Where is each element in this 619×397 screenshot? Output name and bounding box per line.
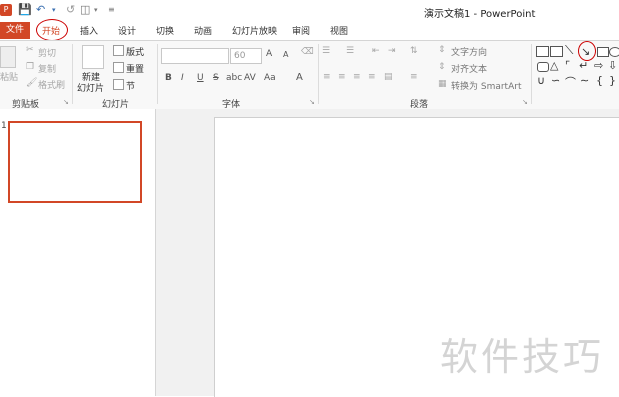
right-brace-shape-icon[interactable]: } [609, 74, 616, 87]
tab-animations[interactable]: 动画 [194, 24, 212, 37]
slide-thumbnail[interactable] [8, 121, 142, 203]
elbow-connector-shape-icon[interactable]: ⌜ [565, 59, 570, 72]
separator [318, 44, 319, 104]
triangle-shape-icon[interactable]: △ [550, 59, 558, 72]
separator [531, 44, 532, 104]
copy-button[interactable]: 复制 [38, 62, 56, 75]
line-spacing-icon[interactable]: ⇅ [410, 46, 418, 56]
tab-transitions[interactable]: 切换 [156, 24, 174, 37]
watermark-text: 软件技巧 [440, 335, 605, 379]
font-launcher-icon[interactable]: ↘ [309, 98, 315, 106]
font-name-combobox[interactable] [161, 48, 229, 64]
customize-dropdown-icon[interactable]: ▾ [94, 6, 98, 14]
justify-icon[interactable]: ≡ [368, 72, 376, 82]
change-case-button[interactable]: Aa [264, 73, 276, 83]
decrease-indent-icon[interactable]: ⇤ [372, 46, 380, 56]
separator [157, 44, 158, 104]
reset-icon[interactable] [113, 62, 124, 73]
tab-design[interactable]: 设计 [118, 24, 136, 37]
numbering-icon[interactable]: ☰ [346, 46, 354, 56]
layout-button[interactable]: 版式 [126, 45, 144, 58]
align-left-icon[interactable]: ≡ [323, 72, 331, 82]
format-painter-button[interactable]: 格式刷 [38, 78, 65, 91]
underline-button[interactable]: U [197, 73, 204, 83]
cut-button[interactable]: 剪切 [38, 46, 56, 59]
copy-icon[interactable]: ❐ [26, 62, 34, 72]
shrink-font-button[interactable]: A [283, 50, 288, 59]
layout-icon[interactable] [113, 45, 124, 56]
italic-button[interactable]: I [181, 73, 184, 83]
powerpoint-logo-icon: P [0, 4, 12, 16]
vertical-text-box-shape-icon[interactable] [550, 46, 563, 57]
slide-number: 1 [1, 121, 7, 131]
curved-connector-shape-icon[interactable]: ↵ [579, 59, 588, 72]
reset-button[interactable]: 重置 [126, 62, 144, 75]
start-from-beginning-icon[interactable]: ◫ [80, 3, 90, 16]
align-text-button[interactable]: 对齐文本 [451, 62, 487, 75]
font-color-button[interactable]: A [296, 72, 303, 83]
align-right-icon[interactable]: ≡ [353, 72, 361, 82]
window-title: 演示文稿1 - PowerPoint [424, 9, 536, 20]
down-arrow-shape-icon[interactable]: ⇩ [608, 59, 617, 72]
paragraph-more-icon[interactable]: ≡ [410, 72, 418, 82]
redo-icon[interactable]: ↺ [66, 3, 75, 16]
text-direction-button[interactable]: 文字方向 [451, 45, 487, 58]
paragraph-launcher-icon[interactable]: ↘ [522, 98, 528, 106]
character-spacing-button[interactable]: AV [244, 73, 256, 83]
tab-view[interactable]: 视图 [330, 24, 348, 37]
scribble-shape-icon[interactable]: ∽ [551, 74, 560, 87]
grow-font-button[interactable]: A [266, 49, 272, 59]
new-slide-label-line2[interactable]: 幻灯片 [77, 81, 104, 94]
oval-shape-icon[interactable] [609, 47, 619, 57]
tab-review[interactable]: 审阅 [292, 24, 310, 37]
undo-dropdown-icon[interactable]: ▾ [52, 6, 56, 14]
text-direction-icon[interactable]: ⇕ [438, 45, 446, 55]
tab-home[interactable]: 开始 [42, 24, 60, 37]
left-brace-shape-icon[interactable]: { [596, 74, 603, 87]
text-shadow-button[interactable]: abc [226, 73, 242, 83]
annotation-circle-arrow [578, 41, 596, 61]
cut-icon[interactable]: ✂ [26, 45, 34, 55]
increase-indent-icon[interactable]: ⇥ [388, 46, 396, 56]
curve-shape-icon[interactable]: ∼ [580, 74, 589, 87]
undo-icon[interactable]: ↶ [36, 3, 45, 16]
clipboard-launcher-icon[interactable]: ↘ [63, 98, 69, 106]
font-size-combobox[interactable]: 60 [230, 48, 262, 64]
text-box-shape-icon[interactable] [536, 46, 549, 57]
bullets-icon[interactable]: ☰ [322, 46, 330, 56]
rectangle-shape-icon[interactable] [597, 47, 609, 57]
separator [72, 44, 73, 104]
bold-button[interactable]: B [165, 73, 172, 83]
rounded-rectangle-shape-icon[interactable] [537, 62, 549, 72]
customize-qat-icon[interactable]: ≡ [108, 5, 115, 14]
section-icon[interactable] [113, 79, 124, 90]
right-arrow-shape-icon[interactable]: ⇨ [594, 59, 603, 72]
tab-insert[interactable]: 插入 [80, 24, 98, 37]
columns-icon[interactable]: ▤ [384, 72, 393, 82]
align-text-icon[interactable]: ⇕ [438, 62, 446, 72]
align-center-icon[interactable]: ≡ [338, 72, 346, 82]
arc-shape-icon[interactable]: ⌒ [565, 74, 576, 90]
paste-button[interactable]: 粘贴 [0, 70, 18, 83]
save-icon[interactable]: 💾 [18, 3, 32, 16]
clear-formatting-icon[interactable]: ⌫ [301, 47, 314, 57]
new-slide-icon[interactable] [82, 45, 104, 69]
line-shape-icon[interactable]: ⟍ [565, 43, 573, 58]
format-painter-icon[interactable]: 🖌 [26, 78, 37, 88]
section-button[interactable]: 节 [126, 79, 135, 92]
paste-icon[interactable] [0, 46, 16, 68]
tab-file[interactable]: 文件 [0, 22, 30, 39]
tab-slideshow[interactable]: 幻灯片放映 [232, 24, 277, 37]
strikethrough-button[interactable]: S [213, 73, 219, 83]
convert-smartart-button[interactable]: 转换为 SmartArt [451, 79, 521, 92]
smartart-icon[interactable]: ▦ [438, 79, 447, 89]
freeform-shape-icon[interactable]: ∪ [537, 74, 545, 87]
